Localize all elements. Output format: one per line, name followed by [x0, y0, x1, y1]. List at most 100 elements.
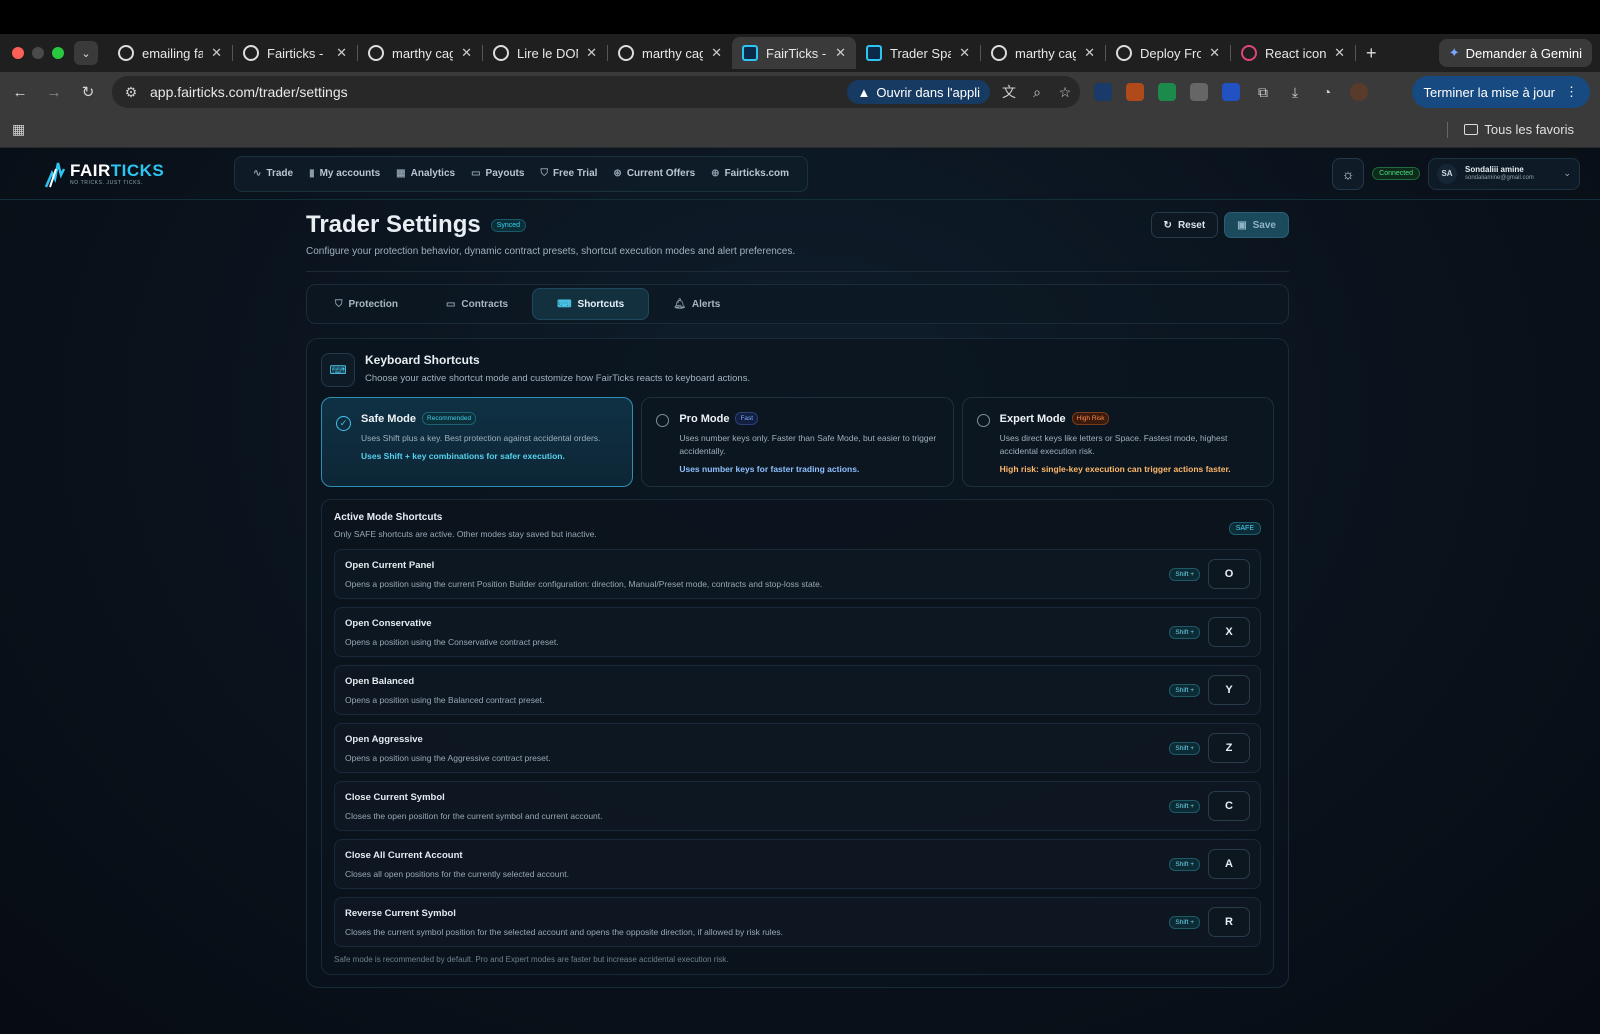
close-tab-icon[interactable]: ✕	[1209, 45, 1220, 61]
tab-search-button[interactable]: ⌄	[74, 41, 98, 65]
avatar: SA	[1437, 163, 1457, 184]
bookmarks-bar: ▦ Tous les favoris	[0, 112, 1600, 148]
shortcut-description: Closes all open positions for the curren…	[345, 868, 569, 879]
keyboard-icon: ⌨	[321, 353, 355, 387]
shortcut-description: Opens a position using the current Posit…	[345, 578, 823, 589]
close-tab-icon[interactable]: ✕	[1084, 45, 1095, 61]
bookmark-star-icon[interactable]: ☆	[1056, 84, 1074, 101]
check-circle-icon: ✓	[336, 416, 351, 431]
modifier-chip: Shift +	[1169, 567, 1200, 581]
browser-tab[interactable]: Fairticks - F✕	[233, 37, 357, 69]
translate-icon[interactable]: 文	[1000, 82, 1018, 102]
browser-tab[interactable]: Deploy Fror✕	[1106, 37, 1230, 69]
extension-icon[interactable]	[1094, 83, 1112, 101]
shortcut-key-button[interactable]: A	[1208, 849, 1250, 879]
camera-extension-icon[interactable]	[1190, 83, 1208, 101]
browser-tab[interactable]: React icons✕	[1231, 37, 1355, 69]
back-icon[interactable]: ←	[10, 84, 30, 101]
high-risk-badge: High Risk	[1071, 412, 1110, 425]
reload-icon[interactable]: ↻	[78, 83, 98, 101]
gemini-icon: ✦	[1448, 45, 1460, 60]
browser-tab-active[interactable]: FairTicks - I ✕	[732, 37, 856, 69]
extension-icon[interactable]	[1158, 83, 1176, 101]
safe-mode-card[interactable]: ✓ Safe Mode Recommended Uses Shift plus a…	[321, 397, 634, 487]
fairticks-logo[interactable]: FAIRTICKS NO TRICKS. JUST TICKS.	[44, 159, 206, 189]
close-tab-icon[interactable]: ✕	[959, 45, 970, 61]
forward-icon[interactable]: →	[44, 84, 64, 101]
nav-trade[interactable]: ∿ Trade	[245, 168, 301, 179]
browser-tab[interactable]: Lire le DOM✕	[483, 37, 607, 69]
extensions-puzzle-icon[interactable]: ⧉	[1254, 84, 1272, 101]
maximize-window-button[interactable]	[52, 47, 64, 59]
user-menu[interactable]: SA Sondaliii amine sondaliamine@gmail.co…	[1428, 157, 1580, 190]
radio-button[interactable]	[976, 414, 990, 427]
tab-alerts[interactable]: 🔔︎ Alerts	[649, 288, 744, 320]
site-settings-icon[interactable]: ⚙	[122, 84, 140, 101]
shortcut-text: Open Aggressive Opens a position using th…	[345, 734, 1169, 763]
save-button[interactable]: ▣ Save	[1224, 212, 1289, 238]
header-right: ☼ Connected SA Sondaliii amine sondaliam…	[1332, 157, 1580, 190]
modifier-chip: Shift +	[1169, 625, 1200, 639]
browser-tab[interactable]: marthy cag ✕	[981, 37, 1105, 69]
browser-tab[interactable]: marthy cag ✕	[608, 37, 732, 69]
shortcut-key-button[interactable]: R	[1208, 907, 1250, 937]
nav-analytics[interactable]: ▦ Analytics	[388, 168, 463, 179]
pro-mode-card[interactable]: Pro Mode Fast Uses number keys only. Fast…	[641, 397, 954, 487]
zoom-icon[interactable]: ⌕	[1028, 84, 1046, 101]
update-button[interactable]: Terminer la mise à jour ⋮	[1411, 76, 1590, 108]
panel-description: Choose your active shortcut mode and cus…	[365, 373, 751, 384]
close-tab-icon[interactable]: ✕	[835, 45, 846, 61]
browser-tab[interactable]: marthy cag ✕	[358, 37, 482, 69]
expert-mode-card[interactable]: Expert Mode High Risk Uses direct keys li…	[961, 397, 1274, 487]
shortcut-key-button[interactable]: Y	[1208, 675, 1250, 705]
shortcut-row: Open Aggressive Opens a position using th…	[334, 723, 1261, 773]
radio-button[interactable]	[656, 414, 670, 427]
address-bar[interactable]: ⚙ app.fairticks.com/trader/settings ▲ Ouv…	[112, 76, 1080, 108]
logo-name-a: FAIR	[70, 160, 111, 180]
nav-my-accounts[interactable]: ▮ My accounts	[301, 168, 388, 179]
active-mode-shortcuts: Active Mode Shortcuts Only SAFE shortcut…	[321, 499, 1274, 975]
nav-free-trial[interactable]: ⛉ Free Trial	[532, 168, 605, 179]
reset-button[interactable]: ↻ Reset	[1150, 212, 1219, 238]
more-menu-icon: ⋮	[1565, 84, 1578, 99]
performance-icon[interactable]: ◔	[1318, 84, 1336, 100]
shortcut-key-button[interactable]: Z	[1208, 733, 1250, 763]
extension-icon[interactable]	[1222, 83, 1240, 101]
close-tab-icon[interactable]: ✕	[211, 45, 222, 61]
nav-fairticks-com[interactable]: ⊕ Fairticks.com	[703, 168, 797, 179]
profile-avatar-icon[interactable]	[1350, 83, 1368, 101]
shortcut-title: Reverse Current Symbol	[345, 907, 456, 919]
close-tab-icon[interactable]: ✕	[461, 45, 472, 61]
apps-grid-icon[interactable]: ▦	[12, 121, 25, 138]
all-favorites-button[interactable]: Tous les favoris	[1447, 121, 1588, 138]
close-tab-icon[interactable]: ✕	[711, 45, 722, 61]
open-in-app-button[interactable]: ▲ Ouvrir dans l'appli	[847, 80, 990, 104]
download-icon[interactable]: ⤓	[1286, 84, 1304, 101]
close-tab-icon[interactable]: ✕	[336, 45, 347, 61]
nav-payouts[interactable]: ▭ Payouts	[463, 168, 532, 179]
tab-protection[interactable]: ⛉ Protection	[311, 288, 422, 320]
mode-description: Uses number keys only. Faster than Safe …	[679, 433, 937, 457]
shortcut-key-button[interactable]: O	[1208, 559, 1250, 589]
nav-current-offers[interactable]: ⊛ Current Offers	[605, 168, 703, 179]
tab-contracts[interactable]: ▭ Contracts	[422, 288, 532, 320]
close-window-button[interactable]	[12, 47, 24, 59]
browser-tab[interactable]: Trader Spac✕	[856, 37, 980, 69]
extension-icon[interactable]	[1126, 83, 1144, 101]
tab-shortcuts[interactable]: ⌨ Shortcuts	[532, 288, 650, 320]
close-tab-icon[interactable]: ✕	[1334, 45, 1345, 61]
minimize-window-button[interactable]	[32, 47, 44, 59]
shortcut-row: Close Current Symbol Closes the open posi…	[334, 781, 1261, 831]
new-tab-icon[interactable]: +	[1366, 43, 1377, 64]
modifier-chip: Shift +	[1169, 857, 1200, 871]
shortcut-text: Open Current Panel Opens a position using…	[345, 560, 1169, 589]
close-tab-icon[interactable]: ✕	[586, 45, 597, 61]
shortcut-key-button[interactable]: X	[1208, 617, 1250, 647]
shortcut-key-button[interactable]: C	[1208, 791, 1250, 821]
tab-favicon-icon	[368, 45, 384, 61]
theme-toggle-button[interactable]: ☼	[1332, 157, 1365, 190]
window-controls	[12, 47, 64, 59]
user-info: Sondaliii amine sondaliamine@gmail.com	[1465, 165, 1555, 181]
browser-tab[interactable]: emailing fai ✕	[108, 37, 232, 69]
gemini-button[interactable]: ✦ Demander à Gemini	[1438, 39, 1592, 67]
